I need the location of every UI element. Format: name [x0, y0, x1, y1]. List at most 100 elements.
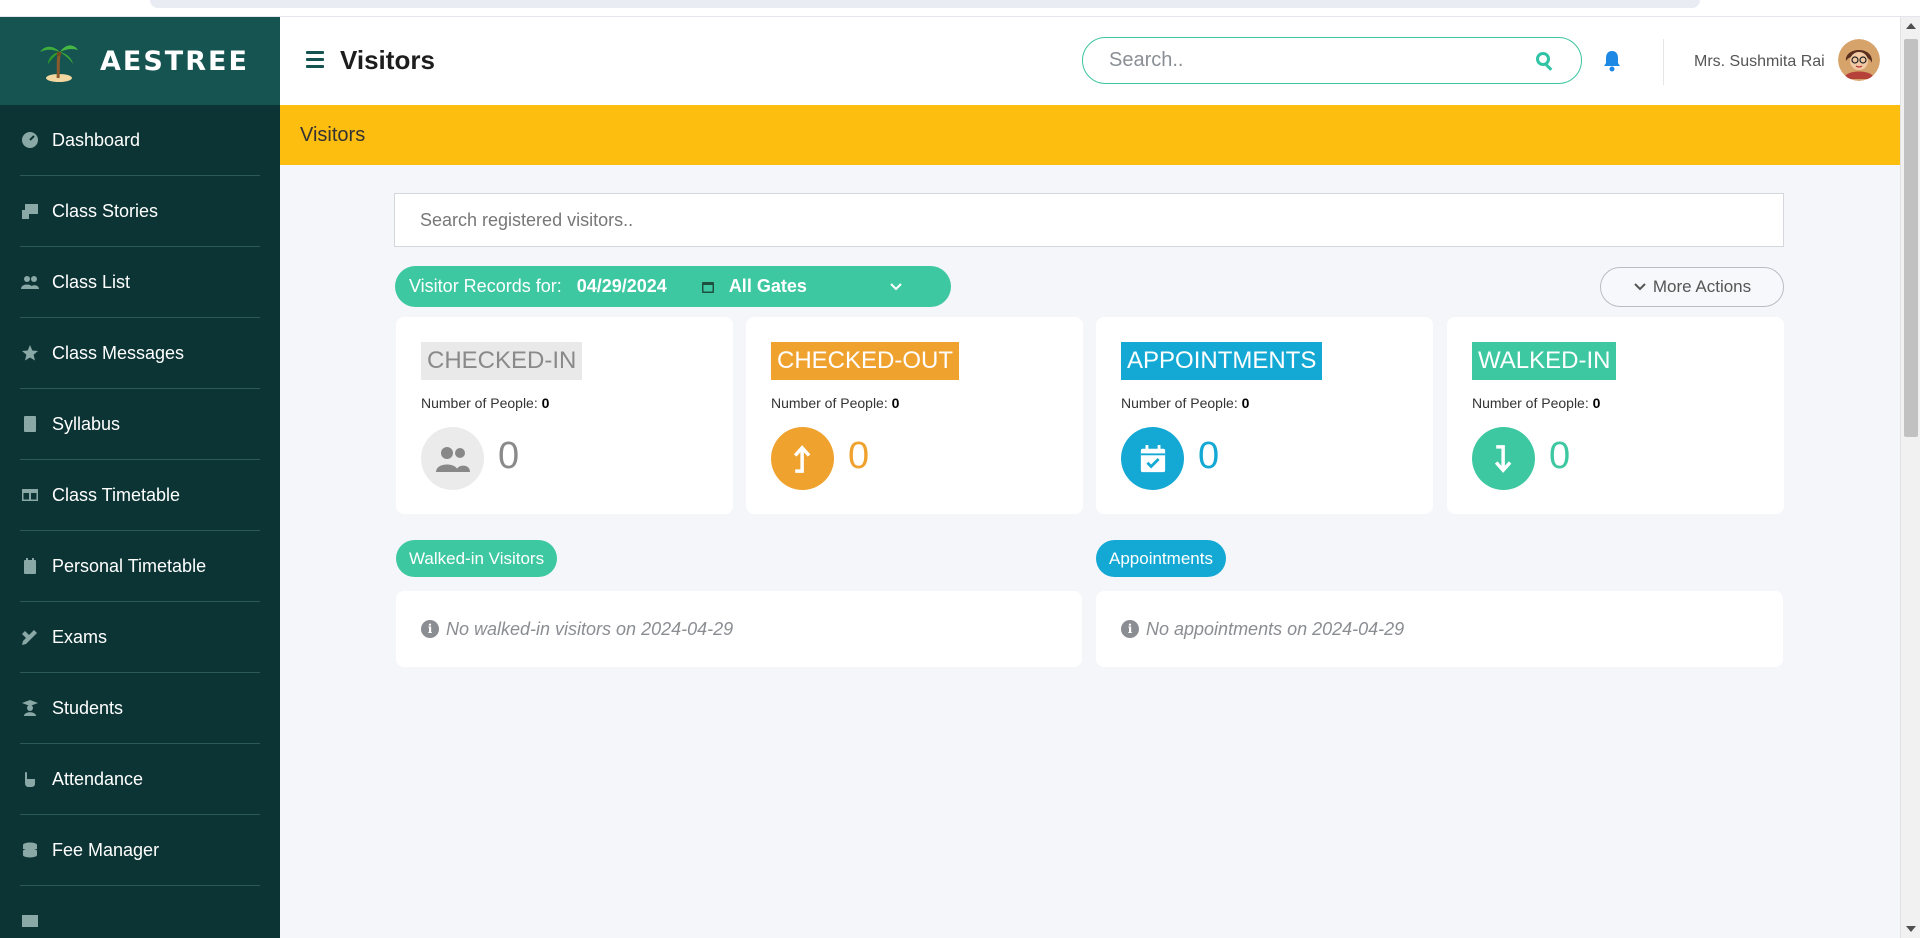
banner-title: Visitors [300, 124, 366, 146]
hand-icon [20, 770, 40, 788]
scroll-up-icon[interactable] [1906, 23, 1916, 29]
star-icon [20, 344, 40, 362]
card-count: 0 [1549, 435, 1571, 477]
sidebar-item-syllabus[interactable]: Syllabus [20, 389, 260, 460]
sidebar-item-label: Syllabus [52, 413, 121, 434]
sidebar-item-label: Personal Timetable [52, 555, 207, 576]
walked-in-empty-state: i No walked-in visitors on 2024-04-29 [396, 591, 1082, 667]
scrollbar-thumb[interactable] [1904, 39, 1918, 437]
brand[interactable]: AESTREE [0, 17, 280, 105]
people-count-line: Number of People: 0 [1121, 395, 1249, 411]
visitor-search[interactable] [394, 193, 1784, 247]
records-label: Visitor Records for: [409, 276, 562, 296]
page-title: Visitors [340, 45, 435, 75]
visitor-search-input[interactable] [420, 209, 1758, 231]
walked-in-empty-text: No walked-in visitors on 2024-04-29 [446, 618, 734, 639]
table-icon [20, 486, 40, 504]
arrow-down-icon [1472, 427, 1535, 490]
gate-select[interactable]: All Gates [729, 276, 889, 297]
card-tag: APPOINTMENTS [1121, 342, 1323, 380]
chevron-down-icon[interactable] [889, 282, 903, 292]
sidebar-item-label: Dashboard [52, 129, 141, 150]
sidebar-item-label: Class Stories [52, 200, 159, 221]
calendar-icon[interactable] [701, 280, 715, 294]
sidebar-item-label: Class List [52, 271, 131, 292]
table-icon [20, 912, 40, 930]
scroll-down-icon[interactable] [1906, 926, 1916, 932]
sidebar-item-attendance[interactable]: Attendance [20, 744, 260, 815]
records-date-input[interactable]: 04/29/2024 [577, 276, 667, 297]
global-search[interactable] [1082, 37, 1582, 84]
sidebar-item-label: Class Timetable [52, 484, 181, 505]
brand-name: AESTREE [100, 45, 249, 77]
info-icon: i [1121, 620, 1139, 638]
appointments-card[interactable]: APPOINTMENTS Number of People: 0 0 [1096, 317, 1433, 514]
checked-in-card[interactable]: CHECKED-IN Number of People: 0 0 [396, 317, 733, 514]
people-label: Number of People: [771, 395, 888, 411]
sidebar-item-students[interactable]: Students [20, 673, 260, 744]
info-icon: i [421, 620, 439, 638]
sidebar-item-class-messages[interactable]: Class Messages [20, 318, 260, 389]
card-tag: WALKED-IN [1472, 342, 1617, 380]
sidebar-item-label: Fee Manager [52, 839, 160, 860]
users-icon [421, 427, 484, 490]
header-divider [1663, 39, 1664, 85]
card-count: 0 [848, 435, 870, 477]
sidebar-item-class-stories[interactable]: Class Stories [20, 176, 260, 247]
sidebar-item-personal-timetable[interactable]: Personal Timetable [20, 531, 260, 602]
appointments-title: Appointments [1109, 548, 1213, 568]
book-icon [20, 415, 40, 433]
browser-top-strip [0, 0, 1920, 17]
top-header: Visitors Mrs. Sushmita Rai [280, 17, 1900, 105]
sidebar-item-label: Attendance [52, 768, 144, 789]
browser-address-pill [150, 0, 1700, 8]
card-count: 0 [498, 435, 520, 477]
global-search-input[interactable] [1109, 49, 1535, 72]
class-stories-icon [20, 202, 40, 220]
student-icon [20, 699, 40, 717]
sidebar-item-exams[interactable]: Exams [20, 602, 260, 673]
appointments-empty-text: No appointments on 2024-04-29 [1146, 618, 1405, 639]
checked-out-card[interactable]: CHECKED-OUT Number of People: 0 0 [746, 317, 1083, 514]
hamburger-menu-icon[interactable] [306, 51, 324, 68]
walked-in-visitors-tab[interactable]: Walked-in Visitors [396, 540, 558, 577]
dashboard-icon [20, 131, 40, 149]
appointments-tab[interactable]: Appointments [1096, 540, 1226, 577]
more-actions-button[interactable]: More Actions [1600, 267, 1784, 307]
sidebar-item-partial[interactable] [20, 886, 260, 938]
users-icon [20, 273, 40, 291]
card-tag: CHECKED-OUT [771, 342, 960, 380]
sidebar-item-class-list[interactable]: Class List [20, 247, 260, 318]
chevron-down-icon [1634, 283, 1646, 291]
visitor-records-filter: Visitor Records for: 04/29/2024 All Gate… [395, 266, 951, 307]
search-icon[interactable] [1535, 51, 1555, 71]
card-count: 0 [1198, 435, 1220, 477]
user-name[interactable]: Mrs. Sushmita Rai [1694, 53, 1825, 71]
sidebar-item-dashboard[interactable]: Dashboard [20, 105, 260, 176]
avatar[interactable] [1838, 39, 1880, 81]
sidebar: AESTREE Dashboard Class Stories Class Li… [0, 17, 280, 938]
people-count-line: Number of People: 0 [421, 395, 549, 411]
calendar-check-icon [1121, 427, 1184, 490]
sidebar-item-class-timetable[interactable]: Class Timetable [20, 460, 260, 531]
walked-in-card[interactable]: WALKED-IN Number of People: 0 0 [1447, 317, 1784, 514]
pencil-ruler-icon [20, 628, 40, 646]
sidebar-item-label: Exams [52, 626, 108, 647]
people-count: 0 [1592, 395, 1601, 411]
people-label: Number of People: [1472, 395, 1589, 411]
bell-icon[interactable] [1602, 50, 1622, 72]
appointments-empty-state: i No appointments on 2024-04-29 [1096, 591, 1783, 667]
page-banner: Visitors [280, 105, 1900, 165]
calendar-icon [20, 557, 40, 575]
sidebar-item-fee-manager[interactable]: Fee Manager [20, 815, 260, 886]
page-scrollbar[interactable] [1900, 17, 1920, 938]
people-count: 0 [1241, 395, 1250, 411]
sidebar-menu: Dashboard Class Stories Class List Class… [0, 105, 280, 938]
people-count-line: Number of People: 0 [1472, 395, 1600, 411]
sidebar-item-label: Students [52, 697, 124, 718]
more-actions-label: More Actions [1652, 277, 1752, 296]
people-count-line: Number of People: 0 [771, 395, 899, 411]
arrow-up-icon [771, 427, 834, 490]
coins-icon [20, 841, 40, 859]
palm-tree-logo-icon [40, 45, 78, 82]
